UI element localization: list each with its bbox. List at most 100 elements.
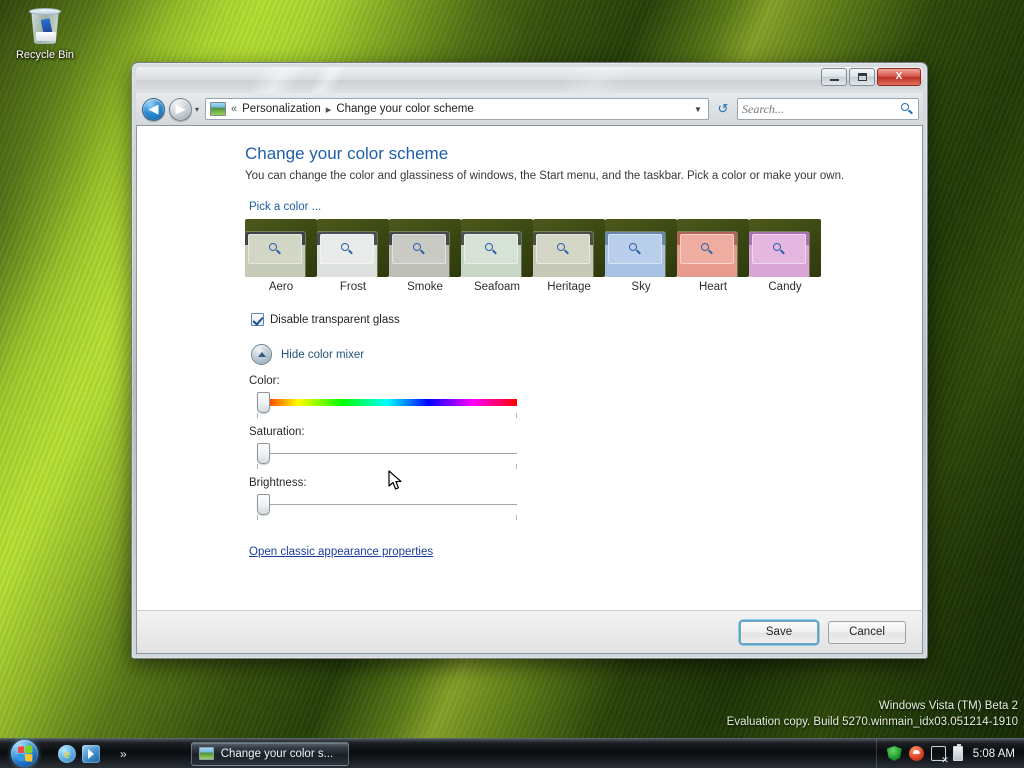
- color-swatch-candy[interactable]: X Candy: [749, 219, 821, 293]
- slider-thumb[interactable]: [257, 392, 270, 413]
- disable-transparent-glass-label: Disable transparent glass: [270, 313, 400, 326]
- refresh-icon[interactable]: ↺: [713, 101, 733, 117]
- open-classic-appearance-link[interactable]: Open classic appearance properties: [249, 546, 433, 558]
- start-button[interactable]: [2, 740, 46, 768]
- history-dropdown-icon[interactable]: ▾: [195, 105, 199, 114]
- recycle-bin-icon: [28, 6, 62, 46]
- security-shield-icon[interactable]: [886, 746, 902, 761]
- slider-label: Brightness:: [249, 477, 307, 489]
- personalization-icon: [210, 102, 227, 116]
- breadcrumb-current-page[interactable]: Change your color scheme: [336, 103, 473, 115]
- watermark-line-1: Windows Vista (TM) Beta 2: [878, 700, 1018, 712]
- hide-color-mixer-label: Hide color mixer: [281, 348, 365, 361]
- pick-color-label: Pick a color ...: [249, 201, 322, 213]
- hide-color-mixer-button[interactable]: [251, 344, 272, 365]
- swatch-label: Seafoam: [473, 281, 521, 293]
- swatch-preview: X: [533, 219, 605, 277]
- swatch-preview: X: [245, 219, 317, 277]
- color-mixer-sliders: Color: Saturation: Brightness:: [245, 375, 900, 521]
- watermark-line-2: Evaluation copy. Build 5270.winmain_idx0…: [726, 716, 1018, 728]
- swatch-preview: X: [677, 219, 749, 277]
- chevron-right-icon: ▸: [325, 103, 332, 116]
- swatch-preview: X: [605, 219, 677, 277]
- search-box[interactable]: [737, 98, 919, 120]
- taskbar: e » Change your color s... 5:08 AM: [0, 738, 1024, 768]
- color-swatch-sky[interactable]: X Sky: [605, 219, 677, 293]
- disable-transparent-glass-checkbox[interactable]: [251, 313, 264, 326]
- disable-transparent-glass-row[interactable]: Disable transparent glass: [251, 313, 900, 326]
- slider-track-wrap[interactable]: [249, 494, 517, 521]
- mini-search-icon: [628, 242, 642, 256]
- color-mixer-toggle-row[interactable]: Hide color mixer: [251, 344, 900, 365]
- forward-button[interactable]: ▶: [169, 97, 192, 121]
- mini-search-icon: [484, 242, 498, 256]
- address-bar[interactable]: « Personalization ▸ Change your color sc…: [205, 98, 709, 120]
- battery-icon[interactable]: [952, 744, 963, 761]
- action-center-icon[interactable]: [908, 746, 924, 761]
- slider-track[interactable]: [257, 453, 517, 454]
- back-button[interactable]: ◀: [142, 97, 165, 121]
- chevron-up-icon: [257, 352, 266, 357]
- slider-thumb[interactable]: [257, 494, 270, 515]
- slider-ticks: [257, 515, 517, 521]
- mini-search-icon: [556, 242, 570, 256]
- color-swatch-smoke[interactable]: X Smoke: [389, 219, 461, 293]
- swatch-label: Frost: [339, 281, 367, 293]
- search-icon: [900, 102, 914, 116]
- slider-track-wrap[interactable]: [249, 443, 517, 470]
- personalization-icon: [198, 747, 214, 760]
- taskbar-button-personalization[interactable]: Change your color s...: [190, 741, 349, 766]
- quick-launch-overflow-icon[interactable]: »: [120, 747, 127, 761]
- breadcrumb-personalization[interactable]: Personalization: [242, 103, 321, 115]
- slider-thumb[interactable]: [257, 443, 270, 464]
- slider-ticks: [257, 413, 517, 419]
- cancel-button[interactable]: Cancel: [828, 620, 906, 644]
- color-swatch-heritage[interactable]: X Heritage: [533, 219, 605, 293]
- swatch-label: Sky: [631, 281, 651, 293]
- color-swatch-list: XAeroXFrostXSmokeXSeafoamXHeritageXSkyXH…: [245, 219, 900, 293]
- save-button[interactable]: Save: [740, 620, 818, 644]
- slider-block-color: Color:: [249, 375, 900, 419]
- clock[interactable]: 5:08 AM: [973, 748, 1015, 760]
- swatch-label: Aero: [268, 281, 294, 293]
- search-input[interactable]: [742, 101, 900, 117]
- build-watermark: Windows Vista (TM) Beta 2 Evaluation cop…: [727, 698, 1018, 730]
- swatch-label: Candy: [768, 281, 802, 293]
- mini-search-icon: [412, 242, 426, 256]
- slider-ticks: [257, 464, 517, 470]
- minimize-button[interactable]: [821, 68, 847, 86]
- network-disconnected-icon[interactable]: [930, 746, 949, 765]
- breadcrumb-overflow-icon[interactable]: «: [231, 103, 237, 115]
- window-titlebar[interactable]: X: [136, 67, 923, 93]
- chevron-down-icon[interactable]: ▼: [690, 105, 706, 114]
- media-player-icon[interactable]: [82, 744, 100, 763]
- slider-track[interactable]: [257, 399, 517, 406]
- color-swatch-aero[interactable]: X Aero: [245, 219, 317, 293]
- page-subtitle: You can change the color and glassiness …: [245, 170, 845, 182]
- color-swatch-heart[interactable]: X Heart: [677, 219, 749, 293]
- page-content: Change your color scheme You can change …: [137, 126, 922, 560]
- quick-launch-bar: e »: [58, 744, 127, 763]
- slider-label: Color:: [249, 375, 280, 387]
- taskbar-button-label: Change your color s...: [220, 747, 334, 760]
- swatch-preview: X: [461, 219, 533, 277]
- maximize-button[interactable]: [849, 68, 875, 86]
- page-title: Change your color scheme: [245, 144, 449, 163]
- slider-block-brightness: Brightness:: [249, 477, 900, 521]
- personalization-window: X ◀ ▶ ▾ « Personalization ▸ Change your …: [131, 62, 928, 659]
- swatch-preview: X: [749, 219, 821, 277]
- color-swatch-seafoam[interactable]: X Seafoam: [461, 219, 533, 293]
- color-swatch-frost[interactable]: X Frost: [317, 219, 389, 293]
- navigation-bar: ◀ ▶ ▾ « Personalization ▸ Change your co…: [136, 93, 923, 125]
- slider-block-saturation: Saturation:: [249, 426, 900, 470]
- slider-track[interactable]: [257, 504, 517, 505]
- desktop-icon-label: Recycle Bin: [15, 49, 75, 61]
- swatch-preview: X: [389, 219, 461, 277]
- command-bar: Save Cancel: [136, 610, 923, 654]
- mini-search-icon: [772, 242, 786, 256]
- desktop-icon-recycle-bin[interactable]: Recycle Bin: [8, 6, 82, 62]
- slider-track-wrap[interactable]: [249, 392, 517, 419]
- mini-search-icon: [268, 242, 282, 256]
- internet-explorer-icon[interactable]: e: [58, 744, 76, 763]
- close-button[interactable]: X: [877, 68, 921, 86]
